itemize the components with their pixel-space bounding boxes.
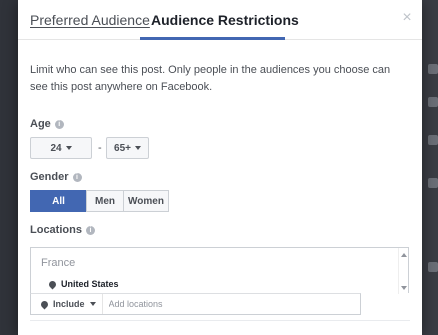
chevron-down-icon <box>89 302 96 306</box>
include-label: Include <box>53 299 85 309</box>
tab-preferred-audience[interactable]: Preferred Audience <box>30 12 150 28</box>
age-label-row: Age i <box>30 118 64 130</box>
gender-label-row: Gender i <box>30 171 82 183</box>
background-marker <box>428 97 438 107</box>
gender-option-women[interactable]: Women <box>123 190 169 212</box>
location-item-label: United States <box>61 279 119 289</box>
divider <box>30 320 410 321</box>
active-tab-indicator <box>140 37 285 40</box>
locations-scrollbar[interactable] <box>398 248 408 294</box>
age-min-value: 24 <box>50 142 62 154</box>
chevron-down-icon <box>134 146 141 150</box>
info-icon[interactable]: i <box>72 172 82 182</box>
pin-icon <box>39 299 50 309</box>
info-icon[interactable]: i <box>85 225 95 235</box>
age-min-select[interactable]: 24 <box>30 137 92 159</box>
age-label: Age <box>30 118 51 130</box>
add-locations-input[interactable] <box>102 299 343 309</box>
location-item[interactable]: United States <box>47 279 119 289</box>
audience-dialog: Preferred Audience Audience Restrictions… <box>18 0 422 335</box>
locations-list: France United States <box>30 247 409 294</box>
restrictions-description: Limit who can see this post. Only people… <box>30 64 391 93</box>
locations-input-row: Include <box>30 293 361 315</box>
background-marker <box>428 64 438 74</box>
include-dropdown[interactable]: Include <box>31 294 103 314</box>
chevron-down-icon <box>65 146 72 150</box>
age-separator: - <box>98 142 102 154</box>
background-left-strip <box>0 0 18 335</box>
location-country: France <box>41 257 76 269</box>
age-max-value: 65+ <box>114 142 131 154</box>
info-icon[interactable]: i <box>54 119 64 129</box>
background-marker <box>428 178 438 188</box>
background-marker <box>428 262 438 272</box>
age-max-select[interactable]: 65+ <box>106 137 149 159</box>
locations-label-row: Locations i <box>30 224 95 236</box>
background-right-strip <box>422 0 438 335</box>
chevron-up-icon[interactable] <box>401 253 407 257</box>
background-marker <box>428 135 438 145</box>
chevron-down-icon[interactable] <box>401 286 407 290</box>
tab-bar: Preferred Audience Audience Restrictions… <box>18 0 422 40</box>
locations-label: Locations <box>30 224 82 236</box>
pin-icon <box>47 279 58 289</box>
gender-label: Gender <box>30 171 69 183</box>
gender-option-all[interactable]: All <box>30 190 87 212</box>
tab-audience-restrictions[interactable]: Audience Restrictions <box>151 12 299 28</box>
close-icon[interactable]: × <box>400 10 414 26</box>
gender-option-men[interactable]: Men <box>86 190 124 212</box>
